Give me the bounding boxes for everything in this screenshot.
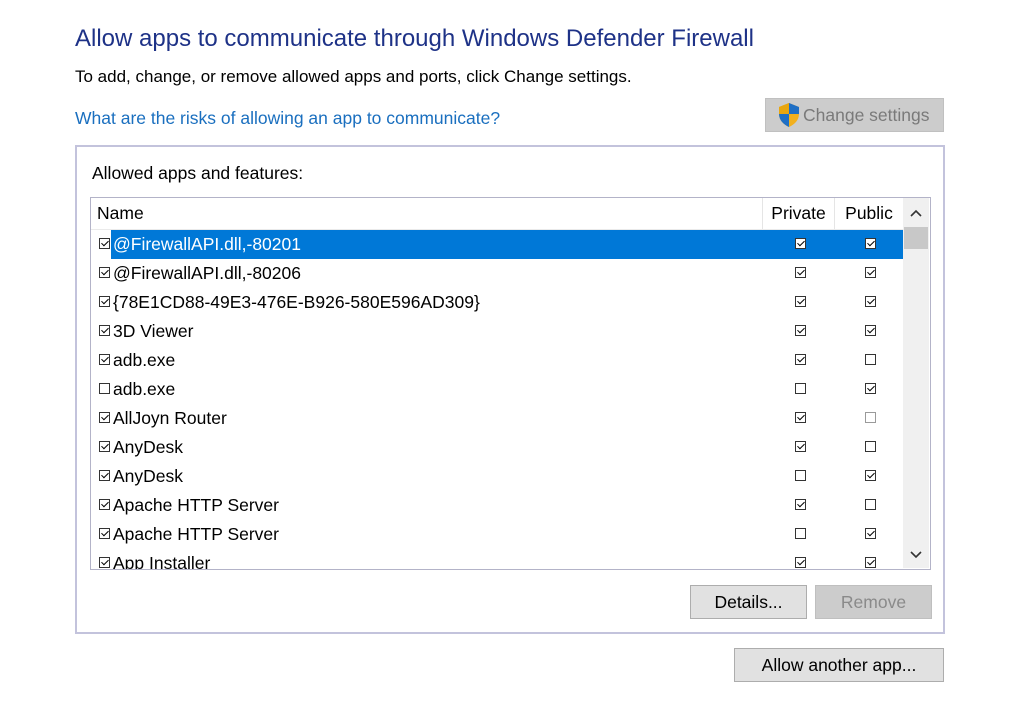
enable-checkbox[interactable] (99, 267, 110, 278)
app-name: Apache HTTP Server (113, 495, 279, 515)
column-header-public[interactable]: Public (835, 198, 903, 229)
private-checkbox[interactable] (795, 267, 806, 278)
private-checkbox[interactable] (795, 499, 806, 510)
enable-checkbox[interactable] (99, 470, 110, 481)
private-checkbox[interactable] (795, 325, 806, 336)
column-header-name[interactable]: Name (91, 198, 763, 229)
app-name: adb.exe (113, 379, 176, 399)
enable-checkbox[interactable] (99, 412, 110, 423)
app-name: adb.exe (113, 350, 176, 370)
app-name: AnyDesk (113, 437, 184, 457)
table-row[interactable]: Apache HTTP Server (91, 520, 903, 549)
private-checkbox[interactable] (795, 238, 806, 249)
private-checkbox[interactable] (795, 557, 806, 568)
public-checkbox[interactable] (865, 267, 876, 278)
table-row[interactable]: {78E1CD88-49E3-476E-B926-580E596AD309} (91, 288, 903, 317)
public-checkbox[interactable] (865, 470, 876, 481)
public-checkbox[interactable] (865, 528, 876, 539)
app-name: AllJoyn Router (113, 408, 227, 428)
table-row[interactable]: @FirewallAPI.dll,-80206 (91, 259, 903, 288)
page-title: Allow apps to communicate through Window… (75, 25, 754, 52)
column-header-private[interactable]: Private (763, 198, 835, 229)
public-checkbox[interactable] (865, 354, 876, 365)
allowed-apps-label: Allowed apps and features: (92, 163, 304, 183)
enable-checkbox[interactable] (99, 383, 110, 394)
enable-checkbox[interactable] (99, 296, 110, 307)
uac-shield-icon (777, 102, 801, 128)
app-name: @FirewallAPI.dll,-80206 (113, 263, 301, 283)
table-row[interactable]: @FirewallAPI.dll,-80201 (91, 230, 903, 259)
chevron-up-icon[interactable] (903, 200, 929, 226)
private-checkbox[interactable] (795, 528, 806, 539)
list-header: Name Private Public (91, 198, 903, 230)
risks-link[interactable]: What are the risks of allowing an app to… (75, 108, 500, 129)
app-name: 3D Viewer (113, 321, 194, 341)
public-checkbox[interactable] (865, 383, 876, 394)
private-checkbox[interactable] (795, 383, 806, 394)
enable-checkbox[interactable] (99, 238, 110, 249)
app-name: AnyDesk (113, 466, 184, 486)
table-row[interactable]: AnyDesk (91, 462, 903, 491)
vertical-scrollbar[interactable] (903, 198, 929, 568)
public-checkbox[interactable] (865, 296, 876, 307)
change-settings-label: Change settings (803, 104, 930, 125)
enable-checkbox[interactable] (99, 354, 110, 365)
table-row[interactable]: AllJoyn Router (91, 404, 903, 433)
public-checkbox[interactable] (865, 238, 876, 249)
chevron-down-icon[interactable] (903, 542, 929, 568)
public-checkbox[interactable] (865, 441, 876, 452)
app-name: App Installer (113, 553, 211, 570)
private-checkbox[interactable] (795, 441, 806, 452)
public-checkbox[interactable] (865, 412, 876, 423)
app-name: {78E1CD88-49E3-476E-B926-580E596AD309} (113, 292, 480, 312)
remove-button[interactable]: Remove (815, 585, 932, 619)
allowed-apps-group: Allowed apps and features: Name Private … (75, 145, 945, 634)
public-checkbox[interactable] (865, 499, 876, 510)
private-checkbox[interactable] (795, 296, 806, 307)
private-checkbox[interactable] (795, 470, 806, 481)
enable-checkbox[interactable] (99, 441, 110, 452)
table-row[interactable]: Apache HTTP Server (91, 491, 903, 520)
app-name: Apache HTTP Server (113, 524, 279, 544)
table-row[interactable]: AnyDesk (91, 433, 903, 462)
page-subtitle: To add, change, or remove allowed apps a… (75, 67, 632, 86)
enable-checkbox[interactable] (99, 528, 110, 539)
table-row[interactable]: 3D Viewer (91, 317, 903, 346)
allow-another-app-button[interactable]: Allow another app... (734, 648, 944, 682)
change-settings-button[interactable]: Change settings (765, 98, 944, 132)
enable-checkbox[interactable] (99, 499, 110, 510)
private-checkbox[interactable] (795, 412, 806, 423)
enable-checkbox[interactable] (99, 325, 110, 336)
enable-checkbox[interactable] (99, 557, 110, 568)
table-row[interactable]: adb.exe (91, 346, 903, 375)
app-name: @FirewallAPI.dll,-80201 (111, 230, 903, 259)
scrollbar-thumb[interactable] (904, 227, 928, 249)
list-rows: @FirewallAPI.dll,-80201 @FirewallAPI.dll,… (91, 230, 903, 570)
allowed-apps-list[interactable]: Name Private Public @FirewallAPI.dll,-80… (90, 197, 931, 570)
details-button[interactable]: Details... (690, 585, 807, 619)
private-checkbox[interactable] (795, 354, 806, 365)
public-checkbox[interactable] (865, 325, 876, 336)
table-row[interactable]: adb.exe (91, 375, 903, 404)
public-checkbox[interactable] (865, 557, 876, 568)
table-row[interactable]: App Installer (91, 549, 903, 570)
